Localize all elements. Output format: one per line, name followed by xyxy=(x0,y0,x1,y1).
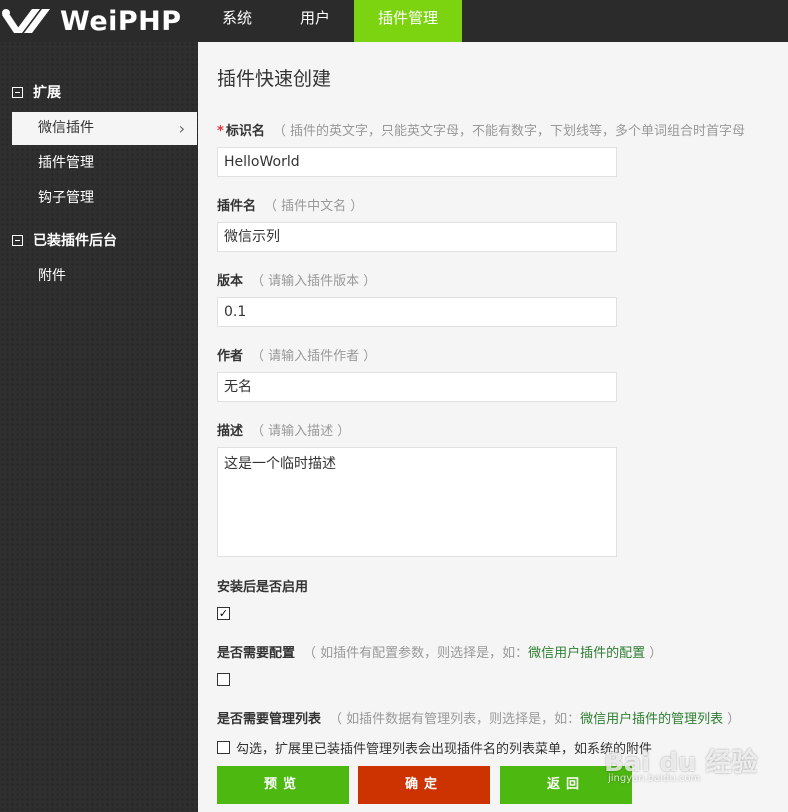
confirm-button[interactable]: 确定 xyxy=(358,766,490,804)
version-input[interactable]: 0.1 xyxy=(217,297,617,327)
sidebar-item-label: 附件 xyxy=(38,268,66,284)
sidebar-group-extension[interactable]: 扩展 xyxy=(12,82,61,102)
nav-plugin-management[interactable]: 插件管理 xyxy=(354,0,463,42)
config-hint: （ 如插件有配置参数，则选择是，如：微信用户插件的配置 ） xyxy=(303,646,663,661)
config-example-link[interactable]: 微信用户插件的配置 xyxy=(528,646,645,661)
sidebar-group-installed-plugins[interactable]: 已装插件后台 xyxy=(12,230,117,250)
brand-name: WeiPHP xyxy=(60,5,182,37)
logo[interactable]: WeiPHP xyxy=(0,0,198,42)
version-label: 版本（ 请输入插件版本 ） xyxy=(217,274,377,289)
chevron-right-icon: › xyxy=(178,119,185,138)
admin-list-checkbox[interactable] xyxy=(217,741,230,754)
plugin-name-input[interactable]: 微信示列 xyxy=(217,222,617,252)
sidebar-group-label: 已装插件后台 xyxy=(33,233,117,249)
version-hint: （ 请输入插件版本 ） xyxy=(251,274,377,289)
author-hint: （ 请输入插件作者 ） xyxy=(251,349,377,364)
author-label: 作者（ 请输入插件作者 ） xyxy=(217,349,377,364)
sidebar-item-wechat-plugins[interactable]: 微信插件 › xyxy=(12,112,197,145)
admin-list-option[interactable]: 勾选，扩展里已装插件管理列表会出现插件名的列表菜单，如系统的附件 xyxy=(217,738,652,757)
nav-users[interactable]: 用户 xyxy=(276,0,354,42)
admin-list-label: 是否需要管理列表（ 如插件数据有管理列表，则选择是，如：微信用户插件的管理列表 … xyxy=(217,712,741,727)
logo-icon xyxy=(2,9,50,33)
nav-system[interactable]: 系统 xyxy=(198,0,276,42)
description-textarea[interactable]: 这是一个临时描述 xyxy=(217,447,617,557)
sidebar-item-label: 插件管理 xyxy=(38,155,94,171)
main-nav: 系统 用户 插件管理 xyxy=(198,0,463,42)
plugin-name-hint: （ 插件中文名 ） xyxy=(264,199,364,214)
watermark: Bai du 经验 jingyan.baidu.com xyxy=(604,742,758,784)
admin-list-example-link[interactable]: 微信用户插件的管理列表 xyxy=(580,712,723,727)
top-bar: WeiPHP 系统 用户 插件管理 xyxy=(0,0,788,42)
config-checkbox[interactable] xyxy=(217,673,230,686)
config-label: 是否需要配置（ 如插件有配置参数，则选择是，如：微信用户插件的配置 ） xyxy=(217,646,663,661)
collapse-icon xyxy=(12,86,23,98)
description-label: 描述（ 请输入描述 ） xyxy=(217,424,351,439)
admin-list-option-text: 勾选，扩展里已装插件管理列表会出现插件名的列表菜单，如系统的附件 xyxy=(236,742,653,757)
sidebar-group-label: 扩展 xyxy=(33,85,61,101)
identifier-label: * 标识名（ 插件的英文字，只能英文字母，不能有数字，下划线等，多个单词组合时首字… xyxy=(217,124,745,139)
sidebar-item-label: 微信插件 xyxy=(38,120,94,136)
sidebar-item-attachments[interactable]: 附件 xyxy=(12,260,197,293)
description-hint: （ 请输入描述 ） xyxy=(251,424,351,439)
enable-label: 安装后是否启用 xyxy=(217,580,309,595)
enable-checkbox[interactable]: ✓ xyxy=(217,607,230,620)
plugin-name-label: 插件名（ 插件中文名 ） xyxy=(217,199,364,214)
identifier-input[interactable]: HelloWorld xyxy=(217,147,617,177)
sidebar: 扩展 微信插件 › 插件管理 钩子管理 已装插件后台 附件 xyxy=(0,42,198,812)
author-input[interactable]: 无名 xyxy=(217,372,617,402)
sidebar-item-hook-management[interactable]: 钩子管理 xyxy=(12,182,197,215)
identifier-hint: （ 插件的英文字，只能英文字母，不能有数字，下划线等，多个单词组合时首字母 xyxy=(272,124,745,139)
admin-list-hint: （ 如插件数据有管理列表，则选择是，如：微信用户插件的管理列表 ） xyxy=(329,712,741,727)
preview-button[interactable]: 预览 xyxy=(217,766,349,804)
sidebar-item-label: 钩子管理 xyxy=(38,190,94,206)
page-title: 插件快速创建 xyxy=(217,68,332,90)
collapse-icon xyxy=(12,234,23,246)
required-marker: * xyxy=(217,124,224,139)
sidebar-item-plugin-management[interactable]: 插件管理 xyxy=(12,147,197,180)
